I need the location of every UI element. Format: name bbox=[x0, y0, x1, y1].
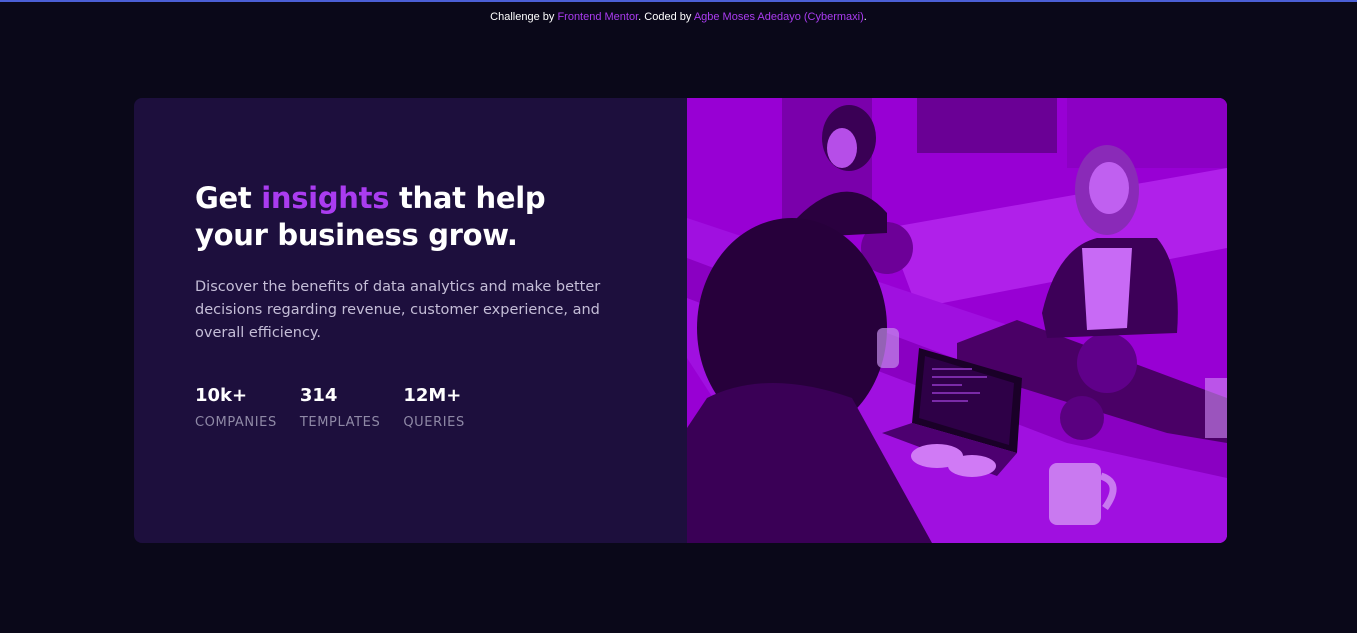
stat-label: COMPANIES bbox=[195, 415, 277, 430]
stats-list: 10k+ COMPANIES 314 TEMPLATES 12M+ QUERIE… bbox=[195, 385, 647, 430]
stat-value: 12M+ bbox=[403, 385, 462, 406]
stat-queries: 12M+ QUERIES bbox=[403, 385, 465, 430]
top-border bbox=[0, 0, 1357, 2]
card-content: Get insights that help your business gro… bbox=[134, 98, 687, 543]
stat-label: TEMPLATES bbox=[299, 415, 381, 430]
office-team-photo bbox=[687, 98, 1227, 543]
stat-value: 314 bbox=[299, 385, 338, 406]
frontend-mentor-link[interactable]: Frontend Mentor bbox=[557, 11, 638, 23]
card-description: Discover the benefits of data analytics … bbox=[195, 279, 601, 341]
attribution-prefix: Challenge by bbox=[490, 11, 558, 23]
stat-label: QUERIES bbox=[403, 415, 465, 430]
stats-card: Get insights that help your business gro… bbox=[134, 98, 1227, 543]
headline-start: Get bbox=[195, 181, 262, 215]
card-headline: Get insights that help your business gro… bbox=[195, 180, 615, 254]
author-link[interactable]: Agbe Moses Adedayo (Cybermaxi) bbox=[694, 11, 864, 23]
headline-accent: insights bbox=[261, 181, 390, 215]
attribution-middle: . Coded by bbox=[638, 11, 694, 23]
office-team-photo-icon bbox=[687, 98, 1227, 543]
attribution: Challenge by Frontend Mentor. Coded by A… bbox=[0, 11, 1357, 23]
attribution-suffix: . bbox=[863, 11, 867, 23]
stat-value: 10k+ bbox=[195, 385, 248, 406]
stat-templates: 314 TEMPLATES bbox=[300, 385, 380, 430]
stat-companies: 10k+ COMPANIES bbox=[195, 385, 277, 430]
